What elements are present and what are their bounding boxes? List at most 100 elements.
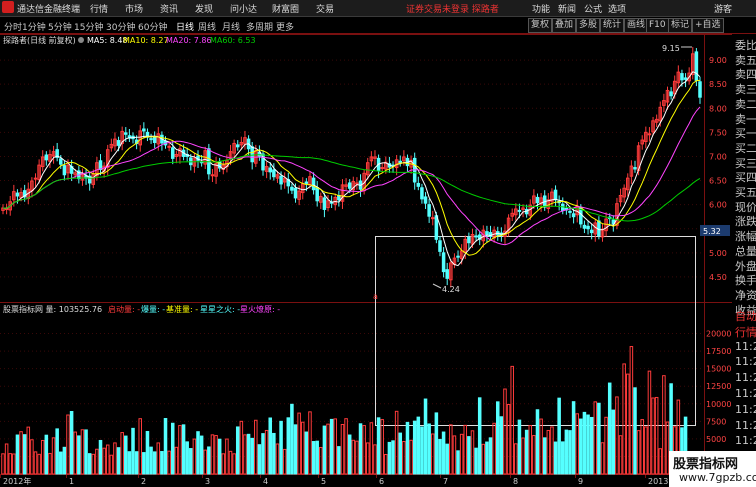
candle-body: [167, 145, 171, 148]
candle-body: [467, 236, 471, 244]
period-15min[interactable]: 15分钟: [74, 20, 103, 33]
volume-bar: [600, 442, 605, 475]
period-60min[interactable]: 60分钟: [138, 20, 167, 33]
volume-bar: [55, 428, 59, 475]
menu-news-feed[interactable]: 新闻: [558, 2, 576, 15]
ma5-label: MA5: 8.48: [87, 36, 128, 45]
login-status[interactable]: 证券交易未登录 探路者: [406, 2, 499, 15]
menu-trade[interactable]: 交易: [316, 2, 334, 15]
add-watchlist-button[interactable]: +自选: [692, 18, 724, 33]
guest-label[interactable]: 游客: [714, 2, 732, 15]
volume-bar: [264, 429, 269, 475]
volume-bar: [170, 422, 175, 475]
menu-options[interactable]: 选项: [608, 2, 626, 15]
menu-formula[interactable]: 公式: [584, 2, 602, 15]
date-tick-label: 3: [205, 477, 210, 486]
period-tick[interactable]: 分时: [4, 20, 22, 33]
volume-bar: [311, 441, 316, 475]
volume-bar: [499, 416, 504, 475]
candle-body: [272, 169, 276, 178]
legend-toggle-icon[interactable]: [78, 37, 84, 43]
statistics-button[interactable]: 统计: [600, 18, 625, 33]
volume-bar: [384, 454, 388, 475]
volume-bar: [102, 447, 106, 475]
volume-bar: [131, 427, 135, 475]
period-5min[interactable]: 5分钟: [48, 20, 72, 33]
app-title: 通达信金融终端: [17, 5, 81, 15]
date-tick-label: 7: [443, 477, 448, 486]
menu-discover[interactable]: 发现: [195, 2, 213, 15]
candle-body: [553, 189, 558, 201]
quote-panel-item: 现价: [735, 200, 756, 214]
selection-box[interactable]: [375, 236, 696, 426]
volume-bar: [427, 423, 431, 475]
volume-bar: [221, 453, 226, 475]
date-axis: 2012年 1 2 3 4 5 6 7 8 9 2013: [0, 474, 668, 486]
price-tick-label: 9.00: [709, 56, 727, 65]
menu-wealth[interactable]: 财富圈: [272, 2, 299, 15]
volume-bar: [553, 441, 558, 475]
menu-market[interactable]: 市场: [125, 2, 143, 15]
volume-bar: [95, 448, 99, 475]
date-tick-label: 1: [69, 477, 74, 486]
volume-bar: [192, 438, 197, 475]
volume-bar: [163, 418, 168, 475]
volume-bar: [441, 431, 446, 475]
date-tick-label: 2012年: [3, 476, 31, 486]
candle-body: [210, 174, 215, 177]
period-more[interactable]: 更多: [276, 20, 294, 33]
candle-body: [694, 51, 699, 81]
adjust-button[interactable]: 复权: [528, 18, 553, 33]
volume-bar: [174, 446, 179, 475]
kline-chart[interactable]: 9.008.508.007.507.006.506.005.505.004.50…: [0, 34, 732, 487]
candle-body: [423, 196, 428, 204]
mark-button[interactable]: 标记: [668, 18, 693, 33]
period-multi[interactable]: 多周期: [246, 20, 273, 33]
volume-bar: [636, 430, 641, 475]
volume-bar: [189, 448, 193, 475]
volume-bar: [351, 439, 356, 475]
draw-button[interactable]: 画线: [624, 18, 649, 33]
price-tick-label: 8.50: [709, 80, 727, 89]
candle-body: [582, 224, 587, 229]
menu-news[interactable]: 资讯: [160, 2, 178, 15]
volume-bar: [416, 416, 421, 475]
period-weekly[interactable]: 周线: [198, 20, 216, 33]
period-monthly[interactable]: 月线: [222, 20, 240, 33]
volume-tick-label: 5000: [706, 435, 726, 444]
menu-function[interactable]: 功能: [532, 2, 550, 15]
volume-bar: [254, 419, 258, 475]
candle-body: [430, 217, 435, 220]
volume-bar: [535, 409, 540, 475]
menu-quotes[interactable]: 行情: [90, 2, 108, 15]
volume-bar: [127, 451, 132, 475]
f10-button[interactable]: F10: [646, 18, 669, 33]
menu-ask[interactable]: 问小达: [230, 2, 257, 15]
volume-bar: [589, 416, 594, 475]
period-1min[interactable]: 1分钟: [22, 20, 46, 33]
candle-body: [474, 235, 478, 238]
volume-bar: [15, 434, 20, 475]
volume-bar: [261, 433, 265, 475]
period-30min[interactable]: 30分钟: [106, 20, 135, 33]
candle-body: [586, 225, 590, 230]
volume-bar: [91, 453, 96, 475]
volume-bar: [22, 434, 27, 475]
chart-toolbar: 分时 1分钟 5分钟 15分钟 30分钟 60分钟 日线 周线 月线 多周期 更…: [0, 17, 756, 34]
quote-panel-item: 买三: [735, 156, 756, 170]
volume-bar: [582, 411, 587, 475]
quote-panel-item: 买五: [735, 186, 756, 199]
date-tick-label: 8: [513, 477, 518, 486]
candle-body: [571, 213, 576, 218]
candle-body: [380, 167, 384, 170]
volume-bar: [59, 451, 63, 475]
candle-body: [149, 138, 153, 141]
current-price-label: 5.32: [703, 227, 721, 236]
quote-panel-item: 11:25: [735, 355, 756, 369]
multi-stock-button[interactable]: 多股: [576, 18, 601, 33]
candle-body: [535, 196, 540, 204]
volume-bar: [662, 375, 666, 475]
overlay-button[interactable]: 叠加: [552, 18, 577, 33]
volume-bar: [26, 426, 31, 475]
period-daily[interactable]: 日线: [176, 20, 194, 33]
